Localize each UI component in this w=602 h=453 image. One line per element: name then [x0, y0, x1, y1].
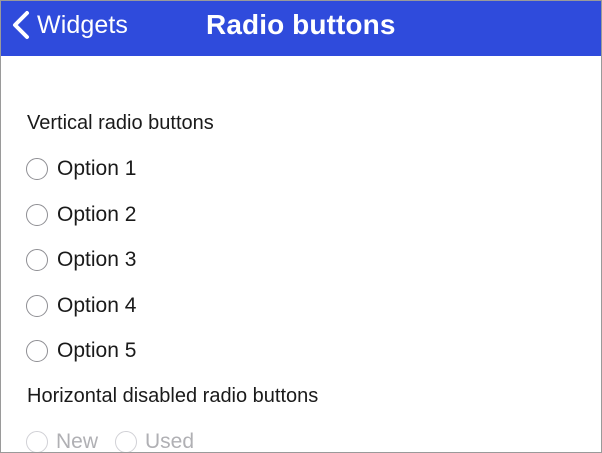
radio-circle-icon[interactable] [26, 204, 48, 226]
radio-circle-icon[interactable] [26, 158, 48, 180]
radio-label: Option 4 [57, 294, 137, 317]
radio-label: Option 2 [57, 203, 137, 226]
radio-circle-icon[interactable] [26, 340, 48, 362]
radio-label: Option 3 [57, 248, 137, 271]
radio-circle-icon [26, 431, 48, 452]
radio-option-4[interactable]: Option 4 [26, 293, 136, 319]
page-title: Radio buttons [206, 9, 396, 40]
radio-label: New [56, 430, 99, 453]
navigation-bar: Widgets Radio buttons [1, 1, 601, 56]
vertical-radio-section-label: Vertical radio buttons [27, 112, 214, 134]
back-button-label: Widgets [37, 10, 129, 39]
radio-option-1[interactable]: Option 1 [26, 156, 136, 182]
radio-label: Used [145, 430, 195, 453]
radio-option-new: New [26, 429, 99, 453]
app-window: Widgets Radio buttons Vertical radio but… [0, 0, 602, 453]
radio-option-2[interactable]: Option 2 [26, 202, 136, 228]
radio-circle-icon [115, 431, 137, 452]
radio-circle-icon[interactable] [26, 249, 48, 271]
radio-label: Option 5 [57, 339, 137, 362]
radio-option-5[interactable]: Option 5 [26, 338, 136, 364]
radio-label: Option 1 [57, 157, 137, 180]
radio-option-3[interactable]: Option 3 [26, 247, 136, 273]
back-button[interactable]: Widgets [11, 6, 128, 44]
radio-circle-icon[interactable] [26, 295, 48, 317]
horizontal-radio-section-label: Horizontal disabled radio buttons [27, 385, 319, 407]
chevron-left-icon [13, 11, 29, 39]
radio-option-used: Used [115, 429, 195, 453]
